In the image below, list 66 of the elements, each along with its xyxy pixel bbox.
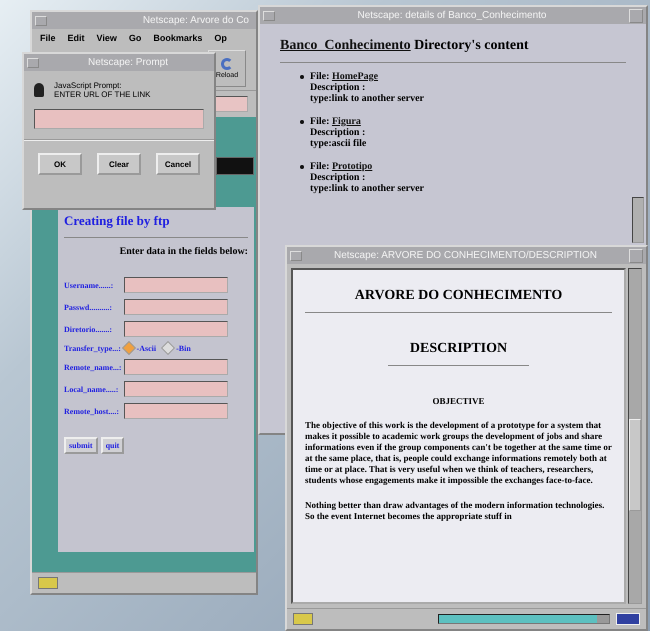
scroll-bar[interactable] <box>632 197 644 243</box>
form-button[interactable]: quit <box>100 437 124 454</box>
menu-item[interactable]: Op <box>214 33 227 43</box>
description-label: Description : <box>310 172 366 183</box>
dialog-button[interactable]: Clear <box>97 153 141 175</box>
field-label: Remote_host....: <box>64 406 120 416</box>
file-type-text: type:ascii file <box>310 138 366 149</box>
bullet-icon <box>300 120 304 124</box>
form-button[interactable]: submit <box>64 437 98 454</box>
window-menu-button[interactable] <box>290 250 302 260</box>
dialog-button[interactable]: Cancel <box>156 153 200 175</box>
paragraph: Nothing better than draw advantages of the modern information technologies. So the event Internet becomes the appropriate stuff in <box>305 500 606 522</box>
file-type-text: type:link to another server <box>310 93 424 104</box>
page-heading: Creating file by ftp <box>64 213 171 229</box>
input-field[interactable] <box>124 321 228 337</box>
bullet-icon <box>300 165 304 169</box>
paragraph: The objective of this work is the development of a prototype for a system that makes it possible to academic work groups the development of jobs and share informations even if the group components can't be together at the same time or at the same place, that is, people could exchange informations remotely both at time or at place. That is very useful when we think of teachers, researchers, students whose engagements make it impossible the exchanges face-to-face. <box>305 420 612 486</box>
field-label: Username......: <box>64 280 114 290</box>
window-menu-button[interactable] <box>263 10 275 20</box>
radio-label: -Bin <box>176 344 191 352</box>
input-field[interactable] <box>124 277 228 293</box>
dialog-button[interactable]: OK <box>38 153 82 175</box>
file-link[interactable]: HomePage <box>332 71 378 82</box>
maximize-button[interactable] <box>629 8 643 22</box>
input-field[interactable] <box>124 299 228 315</box>
field-label: Local_name.....: <box>64 384 120 394</box>
file-type-text: type:link to another server <box>310 183 424 194</box>
file-label: File: <box>310 71 330 82</box>
window-title: Netscape: Prompt <box>86 57 170 68</box>
maximize-button[interactable] <box>629 248 643 262</box>
directory-link[interactable]: Banco_Conhecimento <box>280 38 411 53</box>
description-label: Description : <box>310 127 366 138</box>
url-input-field[interactable] <box>34 109 204 129</box>
prompt-message: JavaScript Prompt: <box>54 81 123 90</box>
prompt-message: ENTER URL OF THE LINK <box>54 90 150 99</box>
input-field[interactable] <box>124 359 228 375</box>
radio-label: -Ascii <box>136 344 156 352</box>
field-label: Passwd..........: <box>64 302 114 312</box>
window-menu-button[interactable] <box>27 58 39 68</box>
field-label: Transfer_type...: <box>64 344 122 352</box>
bullet-icon <box>300 75 304 79</box>
scroll-thumb[interactable] <box>629 419 641 511</box>
window-title: Netscape: details of Banco_Conhecimento <box>356 10 548 21</box>
menu-item[interactable]: View <box>96 33 117 43</box>
menu-item[interactable]: File <box>40 33 56 43</box>
section-title: OBJECTIVE <box>431 396 486 406</box>
input-field[interactable] <box>124 403 228 419</box>
section-heading: DESCRIPTION <box>408 341 508 357</box>
menu-item[interactable]: Bookmarks <box>153 33 202 43</box>
page-heading: ARVORE DO CONHECIMENTO <box>354 288 564 304</box>
file-link[interactable]: Figura <box>332 116 361 127</box>
scroll-bar[interactable] <box>628 268 642 604</box>
menu-item[interactable]: Edit <box>68 33 85 43</box>
file-label: File: <box>310 161 330 172</box>
window-menu-button[interactable] <box>35 16 47 26</box>
input-field[interactable] <box>124 381 228 397</box>
description-label: Description : <box>310 82 366 93</box>
menu-item[interactable]: Go <box>128 33 142 43</box>
window-title: Netscape: ARVORE DO CONHECIMENTO/DESCRIPTION <box>332 250 598 261</box>
file-label: File: <box>310 116 330 127</box>
instruction-text: Enter data in the fields below: <box>118 246 248 257</box>
field-label: Remote_name...: <box>64 362 122 372</box>
field-label: Diretorio.......: <box>64 324 114 334</box>
page-heading: Directory's content <box>413 38 529 53</box>
file-link[interactable]: Prototipo <box>332 161 372 172</box>
window-title: Netscape: Arvore do Co <box>142 15 249 26</box>
